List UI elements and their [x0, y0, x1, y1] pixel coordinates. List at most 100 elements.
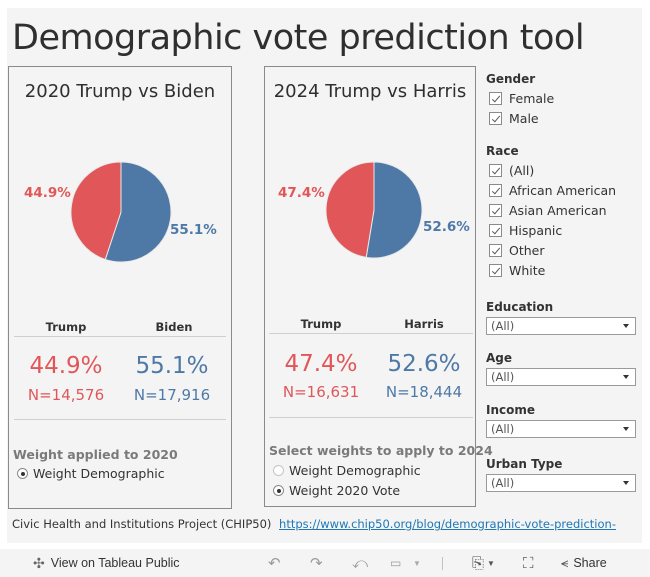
dropdown-value: (All) — [491, 370, 515, 384]
checkbox-other[interactable]: Other — [489, 243, 545, 258]
share-label: Share — [573, 556, 607, 570]
checkbox-label: Male — [509, 111, 539, 126]
download-button[interactable]: ⎘ ▼ — [472, 549, 495, 577]
chevron-down-icon — [623, 481, 629, 485]
dropdown-value: (All) — [491, 422, 515, 436]
dropdown-value: (All) — [491, 319, 515, 333]
filter-header-age: Age — [486, 351, 513, 365]
checkbox-label: (All) — [509, 163, 535, 178]
radio-label: Weight 2020 Vote — [289, 483, 401, 498]
column-header-biden: Biden — [155, 320, 193, 334]
urban-type-dropdown[interactable]: (All) — [486, 474, 636, 492]
view-on-tableau-public-button[interactable]: ✣ View on Tableau Public — [33, 549, 180, 577]
pause-menu-button[interactable]: ▼ — [413, 549, 421, 577]
share-icon: ⪪ — [561, 555, 569, 570]
filter-header-gender: Gender — [486, 72, 536, 86]
checkbox-label: African American — [509, 183, 617, 198]
panel-title: 2020 Trump vs Biden — [24, 81, 216, 102]
pct-harris: 52.6% — [387, 351, 461, 377]
radio-weight-demographic[interactable]: Weight Demographic — [17, 466, 165, 481]
undo-icon: ↶ — [268, 555, 281, 572]
checkbox-label: Other — [509, 243, 545, 258]
pie-chart-2020 — [70, 161, 172, 263]
checkbox-hispanic[interactable]: Hispanic — [489, 223, 562, 238]
divider — [14, 336, 226, 337]
weights-label: Weight applied to 2020 — [13, 447, 178, 462]
source-link[interactable]: https://www.chip50.org/blog/demographic-… — [279, 517, 616, 531]
panel-2020: 2020 Trump vs Biden 44.9% 55.1% Trump Bi… — [8, 66, 232, 509]
column-header-harris: Harris — [404, 317, 444, 331]
revert-button[interactable]: ⤺ — [352, 549, 368, 577]
weights-label: Select weights to apply to 2024 — [269, 443, 493, 458]
pie-chart-2024 — [325, 161, 423, 259]
pie-slice-harris[interactable] — [365, 161, 423, 259]
panel-title: 2024 Trump vs Harris — [273, 81, 467, 102]
filter-header-education: Education — [486, 300, 554, 314]
checkbox-white[interactable]: White — [489, 263, 545, 278]
filter-header-race: Race — [486, 144, 519, 158]
checkbox-race-all[interactable]: (All) — [489, 163, 534, 178]
pause-icon: ▭ — [390, 556, 402, 570]
n-harris: N=18,444 — [385, 383, 463, 401]
page-title: Demographic vote prediction tool — [12, 18, 585, 58]
filter-header-urban-type: Urban Type — [486, 457, 563, 471]
checkbox-checked-icon — [489, 184, 502, 197]
checkbox-asian-american[interactable]: Asian American — [489, 203, 607, 218]
age-dropdown[interactable]: (All) — [486, 368, 636, 386]
source-text: Civic Health and Institutions Project (C… — [12, 517, 272, 531]
chevron-down-icon — [623, 375, 629, 379]
chevron-down-icon — [623, 427, 629, 431]
caret-down-icon: ▼ — [413, 558, 421, 568]
radio-weight-demographic[interactable]: Weight Demographic — [273, 463, 421, 478]
checkbox-checked-icon — [489, 204, 502, 217]
panel-2024: 2024 Trump vs Harris 47.4% 52.6% Trump H… — [264, 66, 493, 507]
checkbox-label: Asian American — [509, 203, 607, 218]
radio-unselected-icon — [273, 465, 284, 476]
checkbox-checked-icon — [489, 264, 502, 277]
n-biden: N=17,916 — [133, 386, 211, 404]
dropdown-value: (All) — [491, 476, 515, 490]
view-label: View on Tableau Public — [50, 556, 180, 570]
redo-button[interactable]: ↷ — [310, 549, 323, 577]
chevron-down-icon — [623, 324, 629, 328]
checkbox-checked-icon — [489, 92, 502, 105]
checkbox-female[interactable]: Female — [489, 91, 554, 106]
pie-label-harris: 52.6% — [423, 219, 470, 235]
filter-header-income: Income — [486, 403, 536, 417]
undo-button[interactable]: ↶ — [268, 549, 281, 577]
checkbox-checked-icon — [489, 164, 502, 177]
radio-label: Weight Demographic — [289, 463, 421, 478]
divider — [14, 419, 226, 420]
column-header-trump: Trump — [300, 317, 342, 331]
checkbox-checked-icon — [489, 224, 502, 237]
tableau-logo-icon: ✣ — [33, 554, 45, 571]
pie-label-trump: 44.9% — [24, 185, 71, 201]
share-button[interactable]: ⪪ Share — [561, 549, 607, 577]
radio-weight-2020-vote[interactable]: Weight 2020 Vote — [273, 483, 400, 498]
fullscreen-button[interactable]: ⛶ — [523, 549, 534, 577]
pct-trump: 47.4% — [284, 351, 358, 377]
checkbox-african-american[interactable]: African American — [489, 183, 616, 198]
pause-button[interactable]: ▭ — [390, 549, 401, 577]
divider — [269, 417, 473, 418]
n-trump: N=14,576 — [27, 386, 105, 404]
tableau-toolbar: ✣ View on Tableau Public ↶ ↷ ⤺ ▭ ▼ ⎘ ▼ ⛶… — [0, 549, 650, 577]
pct-trump: 44.9% — [29, 353, 103, 379]
pie-slice-trump[interactable] — [325, 161, 375, 258]
pie-label-biden: 55.1% — [170, 222, 217, 238]
checkbox-label: Female — [509, 91, 555, 106]
radio-label: Weight Demographic — [33, 466, 165, 481]
checkbox-checked-icon — [489, 244, 502, 257]
divider — [269, 333, 473, 334]
income-dropdown[interactable]: (All) — [486, 420, 636, 438]
education-dropdown[interactable]: (All) — [486, 317, 636, 335]
checkbox-label: Hispanic — [509, 223, 563, 238]
radio-selected-icon — [273, 485, 284, 496]
revert-icon: ⤺ — [352, 554, 369, 572]
pct-biden: 55.1% — [135, 353, 209, 379]
n-trump: N=16,631 — [282, 383, 360, 401]
pie-label-trump: 47.4% — [278, 185, 325, 201]
checkbox-male[interactable]: Male — [489, 111, 539, 126]
toolbar-divider — [442, 557, 443, 570]
download-icon: ⎘ — [472, 554, 485, 572]
